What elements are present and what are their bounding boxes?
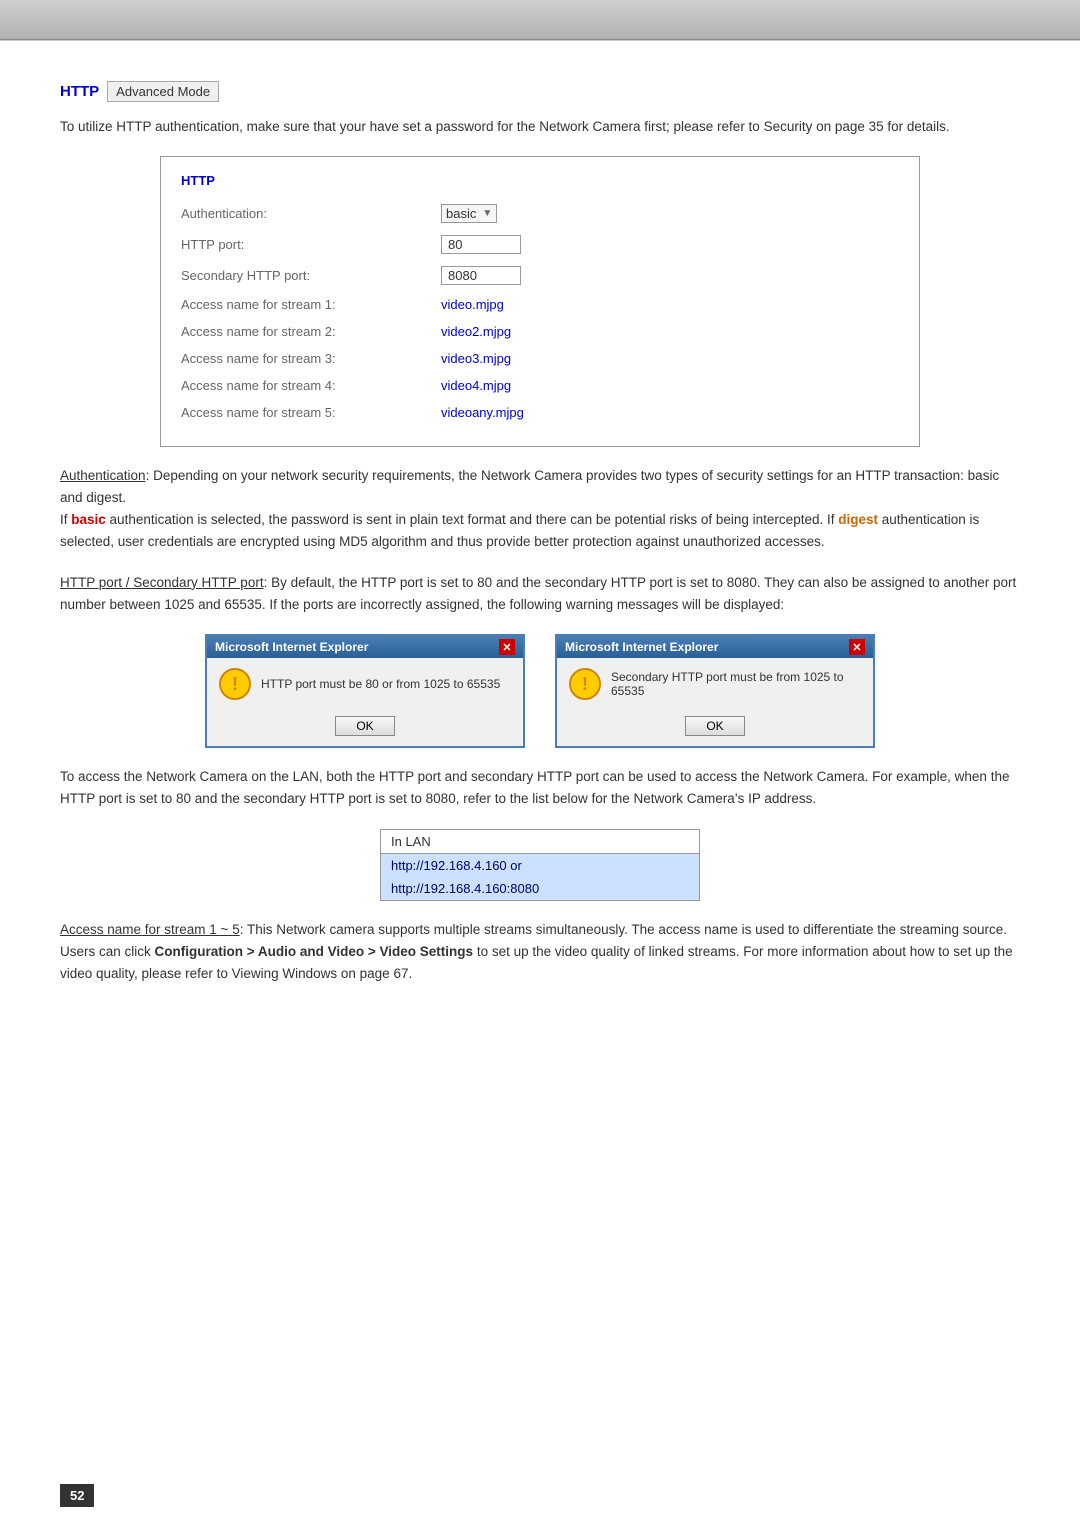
http-form: Authentication: basic ▼ HTTP port: 80 Se… bbox=[181, 198, 899, 426]
form-row-stream4: Access name for stream 4: video4.mjpg bbox=[181, 372, 899, 399]
label-stream1: Access name for stream 1: bbox=[181, 297, 441, 312]
dialog-1-message: HTTP port must be 80 or from 1025 to 655… bbox=[261, 677, 511, 691]
label-stream3: Access name for stream 3: bbox=[181, 351, 441, 366]
port-description: HTTP port / Secondary HTTP port: By defa… bbox=[60, 572, 1020, 617]
auth-select-value: basic bbox=[446, 206, 476, 221]
page-header: HTTP Advanced Mode bbox=[60, 81, 1020, 102]
form-row-secondary-port: Secondary HTTP port: 8080 bbox=[181, 260, 899, 291]
http-box-title: HTTP bbox=[181, 173, 899, 188]
advanced-mode-badge: Advanced Mode bbox=[107, 81, 219, 102]
lan-table-row-2: http://192.168.4.160:8080 bbox=[381, 877, 700, 901]
auth-text2-pre: If bbox=[60, 512, 71, 527]
dialog-2: Microsoft Internet Explorer ✕ ! Secondar… bbox=[555, 634, 875, 748]
dialog-2-ok-button[interactable]: OK bbox=[685, 716, 744, 736]
port-underline-label: HTTP port / Secondary HTTP port bbox=[60, 575, 264, 590]
dialog-2-warning-icon: ! bbox=[569, 668, 601, 700]
label-stream2: Access name for stream 2: bbox=[181, 324, 441, 339]
secondary-port-input[interactable]: 8080 bbox=[441, 266, 521, 285]
dialog-2-message: Secondary HTTP port must be from 1025 to… bbox=[611, 670, 861, 698]
basic-label: basic bbox=[71, 512, 106, 527]
dialog-1: Microsoft Internet Explorer ✕ ! HTTP por… bbox=[205, 634, 525, 748]
dialog-1-ok-button[interactable]: OK bbox=[335, 716, 394, 736]
top-bar bbox=[0, 0, 1080, 40]
form-row-http-port: HTTP port: 80 bbox=[181, 229, 899, 260]
dialog-1-warning-icon: ! bbox=[219, 668, 251, 700]
dialog-1-body: ! HTTP port must be 80 or from 1025 to 6… bbox=[207, 658, 523, 710]
form-row-stream2: Access name for stream 2: video2.mjpg bbox=[181, 318, 899, 345]
value-stream4: video4.mjpg bbox=[441, 378, 511, 393]
label-http-port: HTTP port: bbox=[181, 237, 441, 252]
auth-description: Authentication: Depending on your networ… bbox=[60, 465, 1020, 554]
http-settings-box: HTTP Authentication: basic ▼ HTTP port: … bbox=[160, 156, 920, 447]
content: HTTP Advanced Mode To utilize HTTP authe… bbox=[0, 41, 1080, 1064]
label-authentication: Authentication: bbox=[181, 206, 441, 221]
lan-text: To access the Network Camera on the LAN,… bbox=[60, 769, 1009, 806]
dialog-1-title: Microsoft Internet Explorer bbox=[215, 640, 368, 654]
dialog-2-titlebar: Microsoft Internet Explorer ✕ bbox=[557, 636, 873, 658]
intro-text: To utilize HTTP authentication, make sur… bbox=[60, 116, 1020, 138]
form-row-stream3: Access name for stream 3: video3.mjpg bbox=[181, 345, 899, 372]
lan-table-header: In LAN bbox=[381, 829, 700, 853]
stream-underline-label: Access name for stream 1 ~ 5 bbox=[60, 922, 240, 937]
auth-text1: : Depending on your network security req… bbox=[60, 468, 999, 505]
form-row-auth: Authentication: basic ▼ bbox=[181, 198, 899, 229]
dialog-1-titlebar: Microsoft Internet Explorer ✕ bbox=[207, 636, 523, 658]
stream-description: Access name for stream 1 ~ 5: This Netwo… bbox=[60, 919, 1020, 986]
lan-table-row-1: http://192.168.4.160 or bbox=[381, 853, 700, 877]
http-port-input[interactable]: 80 bbox=[441, 235, 521, 254]
dialog-2-body: ! Secondary HTTP port must be from 1025 … bbox=[557, 658, 873, 710]
lan-description: To access the Network Camera on the LAN,… bbox=[60, 766, 1020, 811]
dialogs-row: Microsoft Internet Explorer ✕ ! HTTP por… bbox=[60, 634, 1020, 748]
dialog-2-close-button[interactable]: ✕ bbox=[849, 639, 865, 655]
label-secondary-port: Secondary HTTP port: bbox=[181, 268, 441, 283]
value-stream5: videoany.mjpg bbox=[441, 405, 524, 420]
value-stream1: video.mjpg bbox=[441, 297, 504, 312]
label-stream5: Access name for stream 5: bbox=[181, 405, 441, 420]
dialog-2-title: Microsoft Internet Explorer bbox=[565, 640, 718, 654]
dialog-1-close-button[interactable]: ✕ bbox=[499, 639, 515, 655]
auth-text2-mid: authentication is selected, the password… bbox=[106, 512, 838, 527]
label-stream4: Access name for stream 4: bbox=[181, 378, 441, 393]
value-stream2: video2.mjpg bbox=[441, 324, 511, 339]
form-row-stream1: Access name for stream 1: video.mjpg bbox=[181, 291, 899, 318]
dialog-1-footer: OK bbox=[207, 710, 523, 746]
select-arrow-icon: ▼ bbox=[482, 208, 492, 219]
auth-underline-label: Authentication bbox=[60, 468, 146, 483]
http-title-label: HTTP bbox=[60, 83, 99, 100]
stream-bold-text: Configuration > Audio and Video > Video … bbox=[155, 944, 474, 959]
value-stream3: video3.mjpg bbox=[441, 351, 511, 366]
lan-table: In LAN http://192.168.4.160 or http://19… bbox=[380, 829, 700, 901]
auth-select[interactable]: basic ▼ bbox=[441, 204, 497, 223]
dialog-2-footer: OK bbox=[557, 710, 873, 746]
page-number: 52 bbox=[60, 1484, 94, 1507]
digest-label: digest bbox=[838, 512, 878, 527]
form-row-stream5: Access name for stream 5: videoany.mjpg bbox=[181, 399, 899, 426]
